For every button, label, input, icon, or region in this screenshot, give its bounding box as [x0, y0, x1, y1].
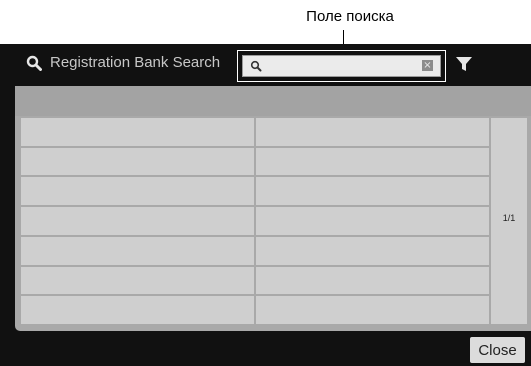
page-indicator: 1/1	[502, 213, 516, 223]
search-field[interactable]: ×	[242, 55, 441, 77]
search-field-icon	[250, 59, 262, 77]
result-cell[interactable]	[20, 176, 255, 207]
result-cell[interactable]	[255, 206, 490, 236]
result-cell[interactable]	[20, 206, 255, 236]
result-cell[interactable]	[20, 235, 255, 266]
result-cell[interactable]	[20, 117, 255, 147]
result-cell[interactable]	[255, 146, 490, 177]
result-cell[interactable]	[255, 295, 490, 325]
results-header-bar	[15, 86, 531, 116]
result-cell[interactable]	[255, 265, 490, 296]
clear-icon[interactable]: ×	[422, 60, 433, 71]
page-scroll[interactable]: 1/1	[490, 117, 528, 325]
search-field-highlight: ×	[237, 50, 446, 82]
panel-title-text: Registration Bank Search	[50, 54, 221, 71]
search-icon	[26, 55, 42, 71]
result-cell[interactable]	[255, 117, 490, 147]
result-cell[interactable]	[20, 265, 255, 296]
panel-title: Registration Bank Search	[26, 54, 220, 71]
callout-label: Поле поиска	[306, 8, 394, 25]
result-cell[interactable]	[255, 176, 490, 207]
result-cell[interactable]	[20, 295, 255, 325]
results-grid	[20, 117, 490, 325]
result-cell[interactable]	[255, 235, 490, 266]
results-list: 1/1	[15, 86, 531, 331]
filter-icon[interactable]	[455, 56, 473, 77]
search-input[interactable]	[267, 56, 417, 76]
result-cell[interactable]	[20, 146, 255, 177]
panel-header: Registration Bank Search ×	[0, 44, 531, 84]
registration-search-panel: Registration Bank Search × 1/1 Close	[0, 44, 531, 366]
close-button[interactable]: Close	[470, 337, 525, 363]
